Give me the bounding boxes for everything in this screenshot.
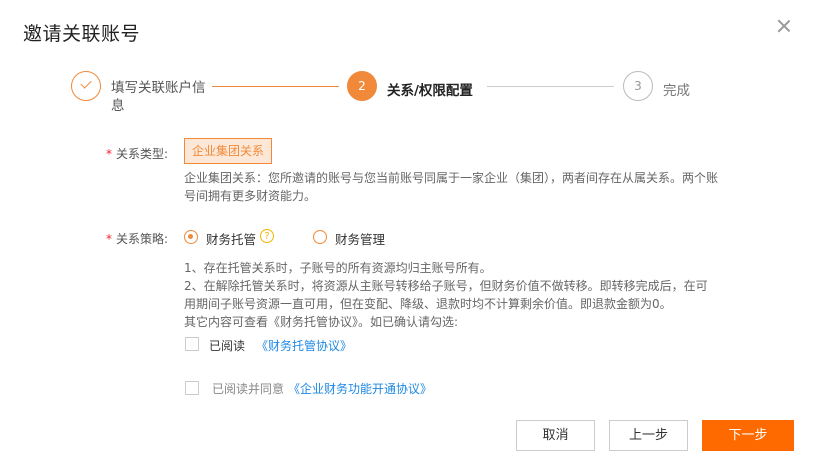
next-step-button[interactable]: 下一步	[702, 420, 794, 451]
radio-label: 财务托管	[206, 232, 257, 247]
step-2-label: 关系/权限配置	[387, 83, 473, 99]
relation-type-option[interactable]: 企业集团关系	[184, 138, 272, 164]
cancel-button[interactable]: 取消	[516, 420, 595, 451]
custody-agreement-checkbox[interactable]	[185, 337, 199, 351]
custody-agreement-text: 已阅读	[209, 339, 246, 353]
step-connector-2	[487, 86, 614, 87]
previous-step-button[interactable]: 上一步	[609, 420, 688, 451]
custody-agreement-link[interactable]: 《财务托管协议》	[256, 337, 352, 354]
step-1-label: 填写关联账户信息	[111, 80, 206, 114]
close-icon[interactable]	[775, 17, 793, 35]
required-mark: *	[106, 147, 112, 161]
radio-unselected-icon	[313, 230, 327, 244]
policy-line: 2、在解除托管关系时，将资源从主账号转移给子账号，但财务价值不做转移。即转移完成…	[184, 279, 708, 311]
policy-line: 其它内容可查看《财务托管协议》。如已确认请勾选:	[184, 315, 459, 329]
help-icon[interactable]: ?	[260, 229, 274, 243]
enterprise-agreement-checkbox[interactable]	[185, 381, 199, 395]
relation-policy-label-text: 关系策略:	[116, 232, 169, 246]
invite-dialog: 邀请关联账号 填写关联账户信息 2 关系/权限配置 3 完成 * 关系类型: 企业…	[0, 0, 817, 471]
relation-type-label: * 关系类型:	[106, 145, 168, 162]
step-1-check-icon	[71, 71, 101, 101]
step-3-label: 完成	[663, 83, 690, 99]
enterprise-agreement-text: 已阅读并同意	[212, 382, 285, 396]
step-connector-1	[212, 86, 339, 87]
enterprise-agreement-link[interactable]: 《企业财务功能开通协议》	[288, 380, 432, 397]
step-3-number: 3	[623, 71, 653, 101]
radio-financial-management[interactable]: 财务管理	[313, 229, 393, 247]
relation-policy-description: 1、存在托管关系时，子账号的所有资源均归主账号所有。 2、在解除托管关系时，将资…	[184, 259, 719, 331]
relation-type-label-text: 关系类型:	[116, 147, 169, 161]
required-mark: *	[106, 232, 112, 246]
relation-policy-label: * 关系策略:	[106, 230, 168, 247]
policy-line: 1、存在托管关系时，子账号的所有资源均归主账号所有。	[184, 261, 492, 275]
dialog-title: 邀请关联账号	[23, 23, 141, 45]
relation-type-description: 企业集团关系：您所邀请的账号与您当前账号同属于一家企业（集团），两者间存在从属关…	[184, 171, 719, 203]
radio-label: 财务管理	[335, 232, 386, 247]
step-2-number: 2	[347, 71, 377, 101]
radio-selected-icon	[184, 230, 198, 244]
